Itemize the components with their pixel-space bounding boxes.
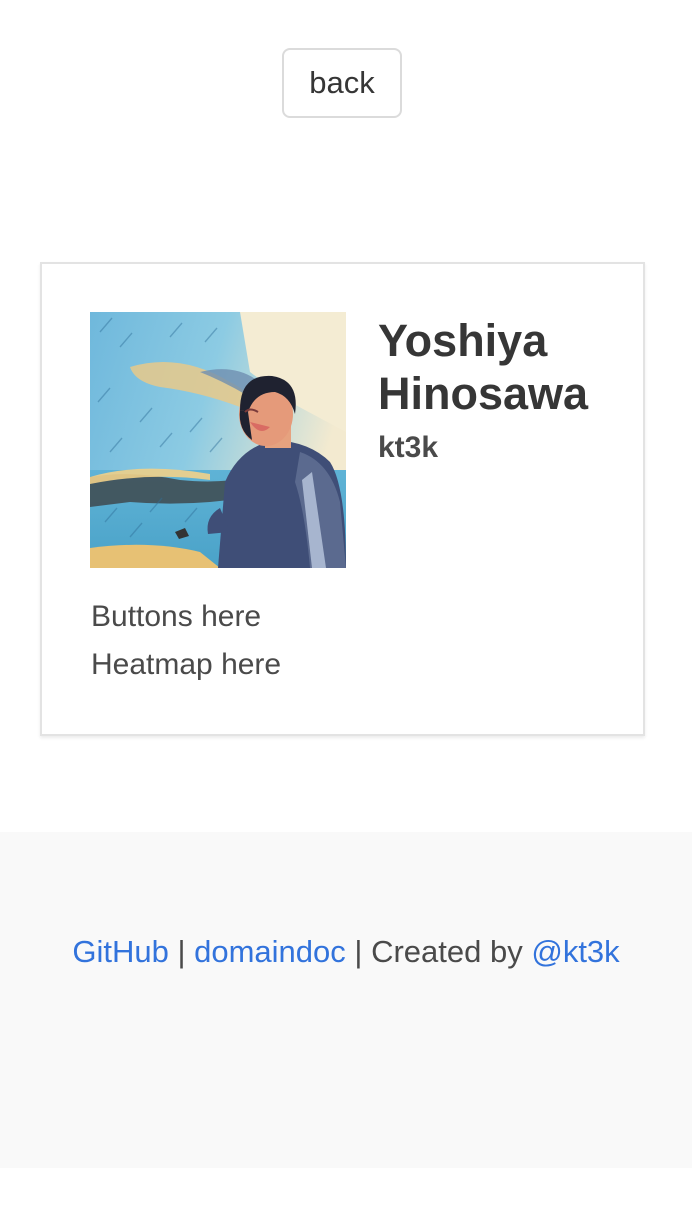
buttons-placeholder: Buttons here	[91, 600, 262, 633]
footer-separator: |	[177, 934, 186, 969]
page: back Yoshiya Hinosawa kt3k Buttons here …	[0, 0, 692, 1208]
profile-card: Yoshiya Hinosawa kt3k Buttons here Heatm…	[40, 262, 645, 736]
author-link[interactable]: @kt3k	[531, 934, 619, 969]
profile-name: Yoshiya Hinosawa	[378, 315, 589, 419]
back-button[interactable]: back	[282, 48, 402, 118]
heatmap-placeholder: Heatmap here	[91, 648, 282, 681]
avatar	[90, 312, 346, 568]
profile-photo-icon	[90, 312, 346, 568]
created-by-text: | Created by	[354, 934, 523, 969]
domaindoc-link[interactable]: domaindoc	[194, 934, 346, 969]
footer-text: GitHub | domaindoc | Created by @kt3k	[0, 932, 692, 972]
footer: GitHub | domaindoc | Created by @kt3k	[0, 832, 692, 1168]
github-link[interactable]: GitHub	[72, 934, 168, 969]
profile-username: kt3k	[378, 431, 439, 464]
